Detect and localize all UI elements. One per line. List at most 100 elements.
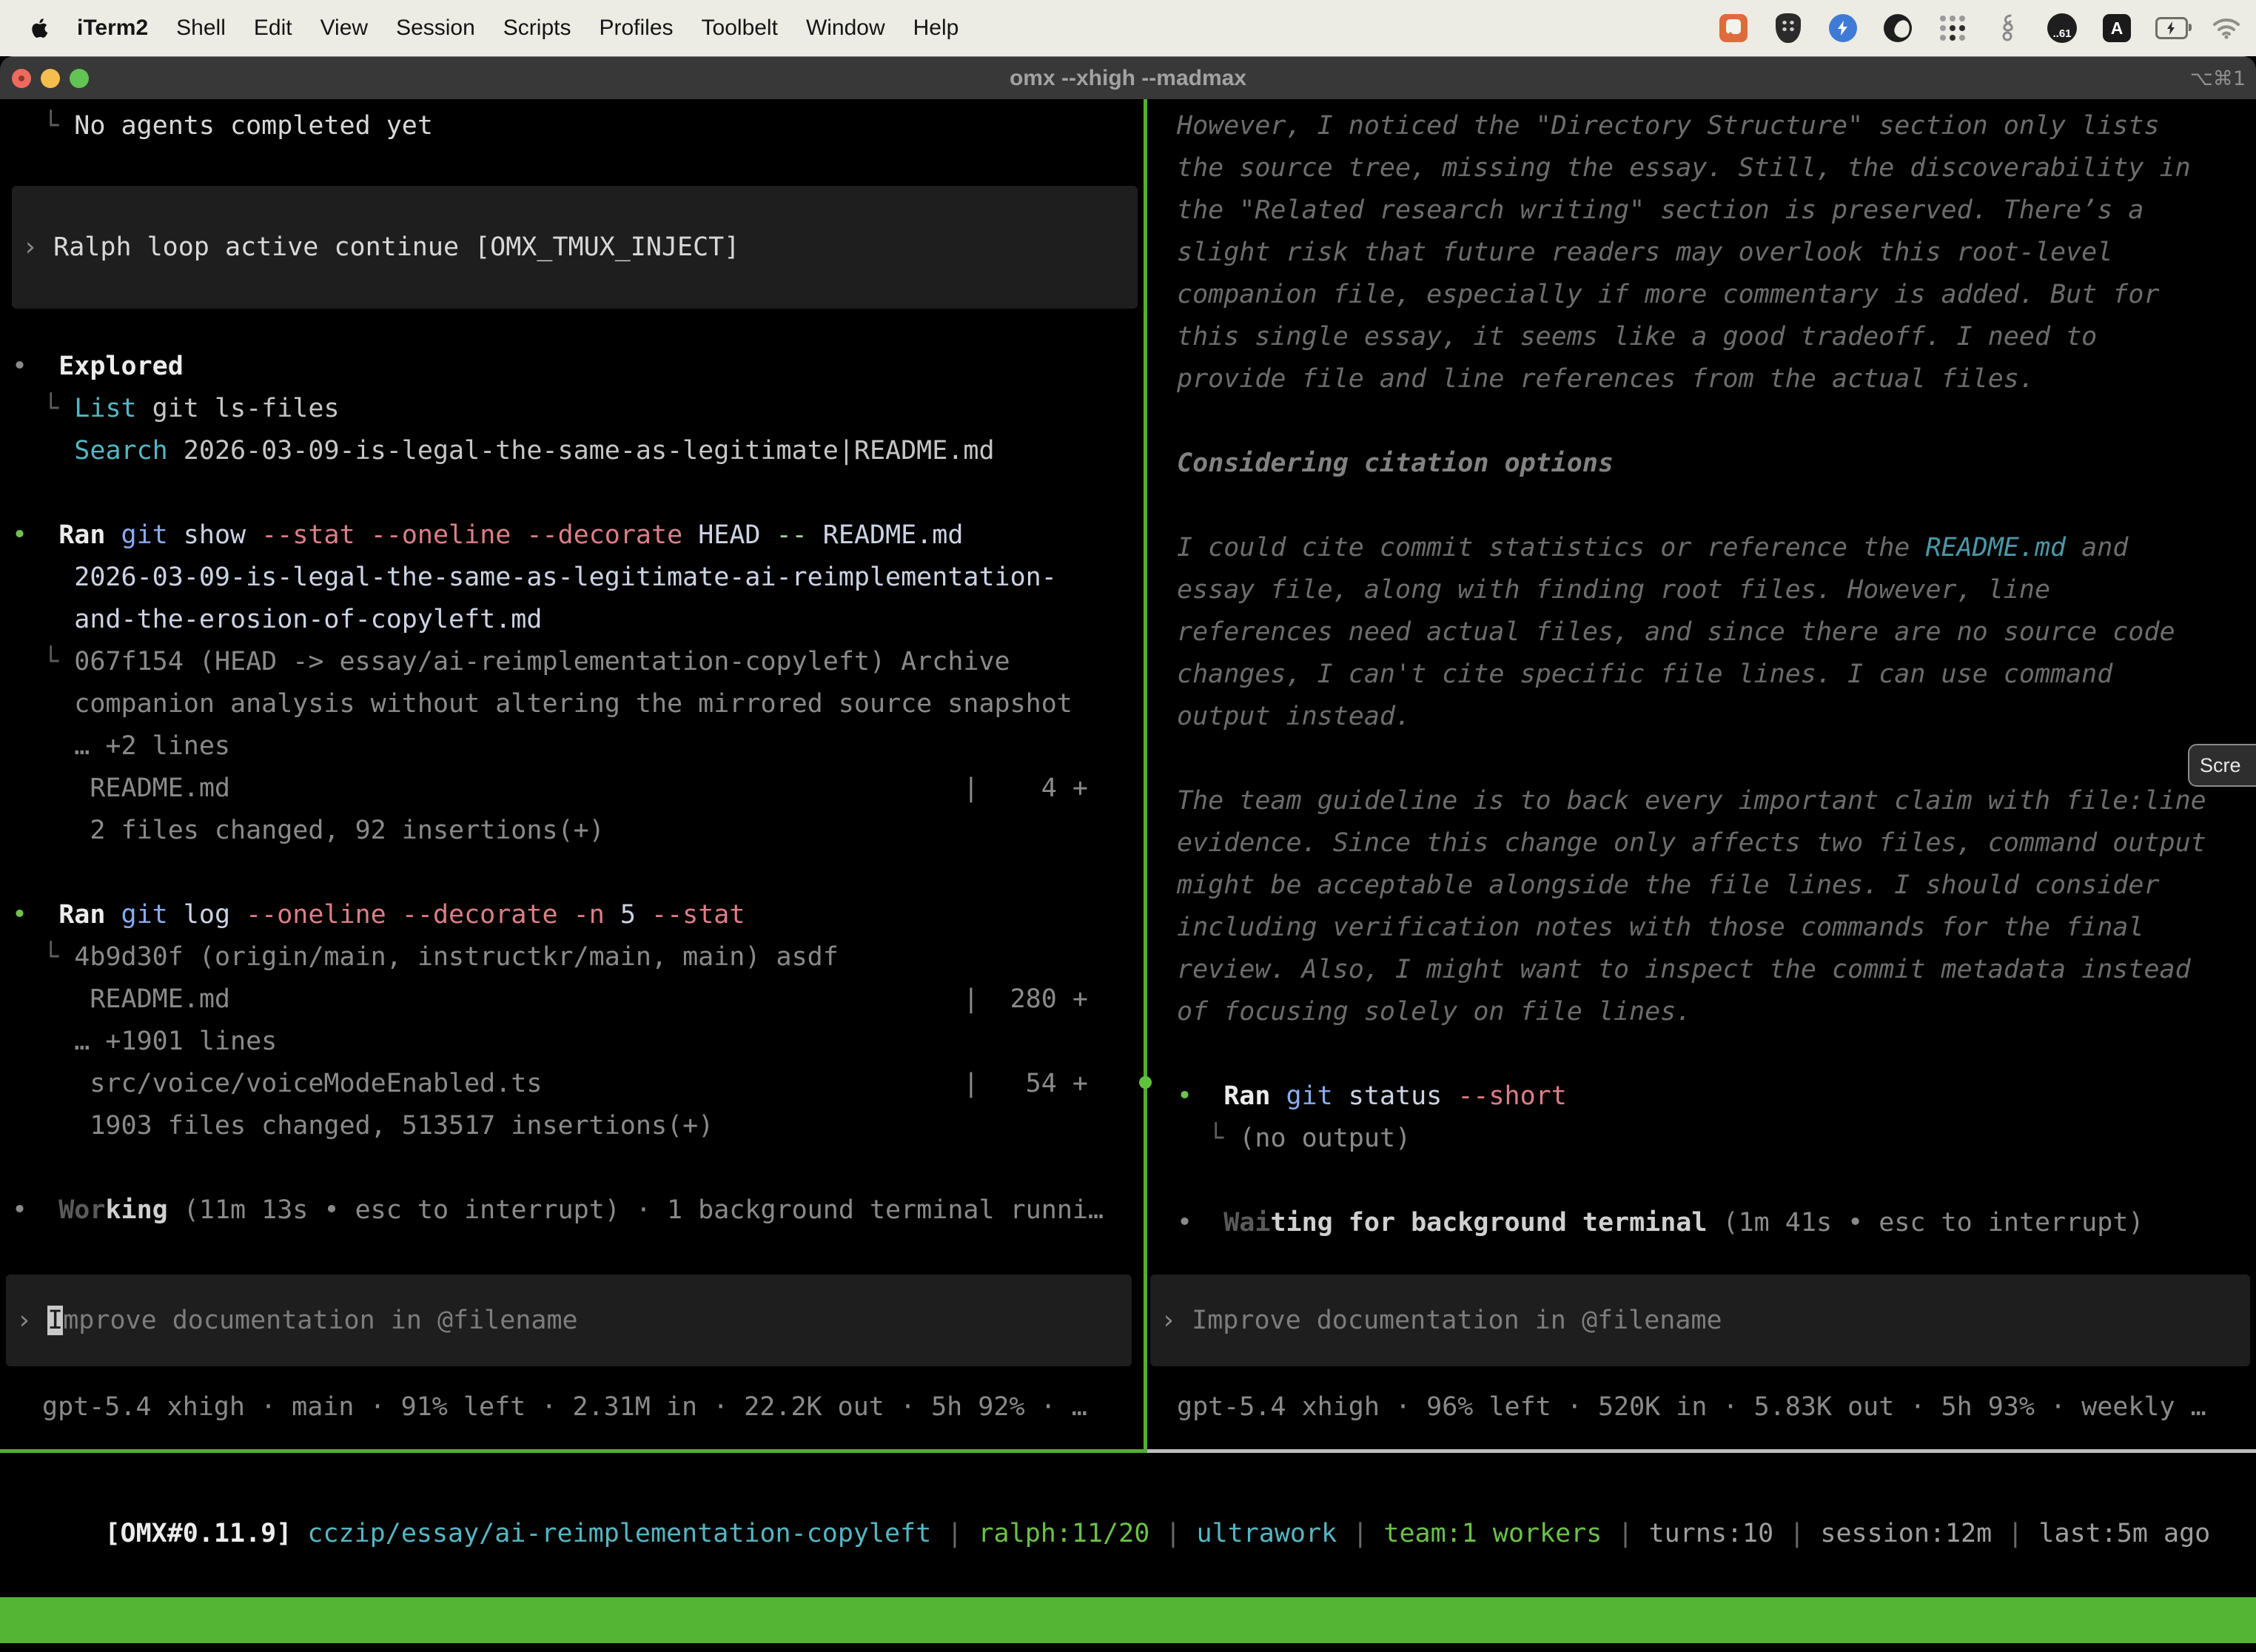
wifi-icon[interactable] <box>2210 12 2243 44</box>
terminal-line: • Working (11m 13s • esc to interrupt) ·… <box>12 1189 1144 1232</box>
right-model-status: gpt-5.4 xhigh · 96% left · 520K in · 5.8… <box>1177 1386 2206 1428</box>
text-segment: companion analysis without altering the … <box>12 689 1072 719</box>
menu-item-view[interactable]: View <box>320 16 368 41</box>
text-segment: --oneline <box>246 900 386 930</box>
text-segment: • <box>1177 1208 1223 1238</box>
text-segment: ultrawork <box>1197 1519 1337 1548</box>
text-segment: review. Also, I might want to inspect th… <box>1177 955 2191 984</box>
text-segment <box>1270 1081 1286 1111</box>
ralph-inject-box: › Ralph loop active continue [OMX_TMUX_I… <box>12 186 1138 309</box>
screen-overlay-chip[interactable]: Scre <box>2188 744 2256 787</box>
text-segment: session:12m <box>1820 1519 1992 1548</box>
text-segment: output instead. <box>1177 702 1411 731</box>
text-segment: | <box>1602 1519 1648 1548</box>
input-line: › Improve documentation in @filename <box>1161 1306 1722 1335</box>
text-segment: Ran <box>1223 1081 1270 1111</box>
text-segment: • <box>12 1195 58 1225</box>
text-segment: 2026-03-09-is-legal-the-same-as-legitima… <box>12 563 1057 592</box>
moon-app-icon[interactable] <box>1881 12 1914 44</box>
text-segment: including verification notes with those … <box>1177 913 2143 942</box>
text-segment: ralph:11/20 <box>978 1519 1149 1548</box>
menu-item-help[interactable]: Help <box>913 16 959 41</box>
text-segment: git <box>1286 1081 1333 1111</box>
left-prompt-input[interactable]: › Improve documentation in @filename <box>6 1275 1132 1366</box>
text-segment: (1m 41s • esc to interrupt) <box>1707 1208 2143 1238</box>
text-segment: last:5m ago <box>2038 1519 2210 1548</box>
text-segment: • <box>12 520 58 550</box>
menu-item-edit[interactable]: Edit <box>254 16 292 41</box>
text-segment: README.md | 4 + <box>12 773 1088 803</box>
text-segment: 4b9d30f (origin/main, instructkr/main, m… <box>74 942 839 972</box>
text-segment: › <box>1161 1306 1192 1335</box>
chat-app-icon[interactable] <box>1717 12 1750 44</box>
terminal-line: • Ran git show --stat --oneline --decora… <box>12 514 1144 557</box>
left-model-status: gpt-5.4 xhigh · main · 91% left · 2.31M … <box>42 1386 1087 1428</box>
text-segment: … +2 lines <box>12 731 230 761</box>
terminal-line: └ List git ls-files <box>12 388 1144 430</box>
terminal-line: README.md | 280 + <box>12 978 1144 1021</box>
shield-icon[interactable] <box>1772 12 1805 44</box>
sync-app-icon[interactable] <box>1827 12 1859 44</box>
menubar-status-icons: ..61 A <box>1717 0 2243 56</box>
text-segment: └ <box>12 647 74 676</box>
text-segment: this single essay, it seems like a good … <box>1177 322 2097 352</box>
menu-bar: iTerm2 Shell Edit View Session Scripts Profile… <box>0 0 2256 56</box>
terminal-line: └ No agents completed yet <box>12 105 1144 147</box>
text-segment: | <box>931 1519 978 1548</box>
blank-line <box>1177 485 2256 527</box>
assistant-key-icon[interactable]: A <box>2101 12 2133 44</box>
menu-item-session[interactable]: Session <box>396 16 475 41</box>
usage-badge-icon[interactable]: ..61 <box>2046 12 2078 44</box>
terminal-line: evidence. Since this change only affects… <box>1177 822 2256 864</box>
terminal-line: … +1901 lines <box>12 1021 1144 1063</box>
text-segment: • <box>12 900 58 930</box>
text-segment: Wor <box>58 1195 105 1225</box>
text-segment <box>105 520 121 550</box>
terminal-line: output instead. <box>1177 696 2256 738</box>
squiggle-icon[interactable] <box>1991 12 2024 44</box>
terminal-line: └ 067f154 (HEAD -> essay/ai-reimplementa… <box>12 641 1144 683</box>
menu-item-scripts[interactable]: Scripts <box>503 16 571 41</box>
text-segment: slight risk that future readers may over… <box>1177 238 2112 267</box>
terminal-line: • Ran git status --short <box>1177 1075 2256 1118</box>
text-segment: and <box>2066 533 2128 563</box>
menu-item-toolbelt[interactable]: Toolbelt <box>702 16 778 41</box>
text-segment: Search <box>74 436 167 466</box>
terminal-line: I could cite commit statistics or refere… <box>1177 527 2256 569</box>
text-segment: README.md | 280 + <box>12 984 1088 1014</box>
text-segment: changes, I can't cite specific file line… <box>1177 659 2112 689</box>
text-segment <box>105 900 121 930</box>
window-titlebar[interactable]: omx --xhigh --madmax ⌥⌘1 <box>0 56 2256 99</box>
terminal-line: essay file, along with finding root file… <box>1177 569 2256 611</box>
dots-grid-icon[interactable] <box>1936 12 1969 44</box>
menu-item-window[interactable]: Window <box>806 16 885 41</box>
terminal-area: └ No agents completed yet › Ralph loop a… <box>0 99 2256 1652</box>
terminal-line: companion analysis without altering the … <box>12 683 1144 725</box>
right-terminal-pane[interactable]: However, I noticed the "Directory Struct… <box>1147 99 2256 1449</box>
terminal-line: └ 4b9d30f (origin/main, instructkr/main,… <box>12 936 1144 978</box>
menu-item-shell[interactable]: Shell <box>176 16 226 41</box>
battery-icon[interactable] <box>2155 12 2188 44</box>
terminal-line: companion file, especially if more comme… <box>1177 274 2256 316</box>
right-prompt-input[interactable]: › Improve documentation in @filename <box>1150 1275 2250 1366</box>
window-shortcut-hint: ⌥⌘1 <box>2190 57 2246 100</box>
text-segment: README.md <box>808 520 964 550</box>
terminal-line: of focusing solely on file lines. <box>1177 991 2256 1033</box>
terminal-line: … +2 lines <box>12 725 1144 768</box>
left-terminal-pane[interactable]: └ No agents completed yet › Ralph loop a… <box>0 99 1144 1449</box>
apple-logo-icon[interactable] <box>31 17 50 39</box>
terminal-line: └ (no output) <box>1177 1118 2256 1160</box>
text-segment: • <box>12 352 58 381</box>
text-segment: turns:10 <box>1649 1519 1774 1548</box>
menu-item-profiles[interactable]: Profiles <box>599 16 673 41</box>
input-line: › Improve documentation in @filename <box>16 1306 578 1335</box>
blank-line <box>12 1147 1144 1189</box>
tmux-session-label: [omx-cczip0:bash* <box>6 1643 271 1652</box>
menu-item-iterm2[interactable]: iTerm2 <box>77 16 148 41</box>
text-segment: cczip/essay/ai-reimplementation-copyleft <box>307 1519 931 1548</box>
text-segment: | <box>1337 1519 1383 1548</box>
right-pane-scrollback: However, I noticed the "Directory Struct… <box>1147 99 2256 1244</box>
text-segment: • <box>1177 1081 1223 1111</box>
text-segment <box>558 900 574 930</box>
text-segment: [OMX#0.11.9] <box>104 1519 292 1548</box>
